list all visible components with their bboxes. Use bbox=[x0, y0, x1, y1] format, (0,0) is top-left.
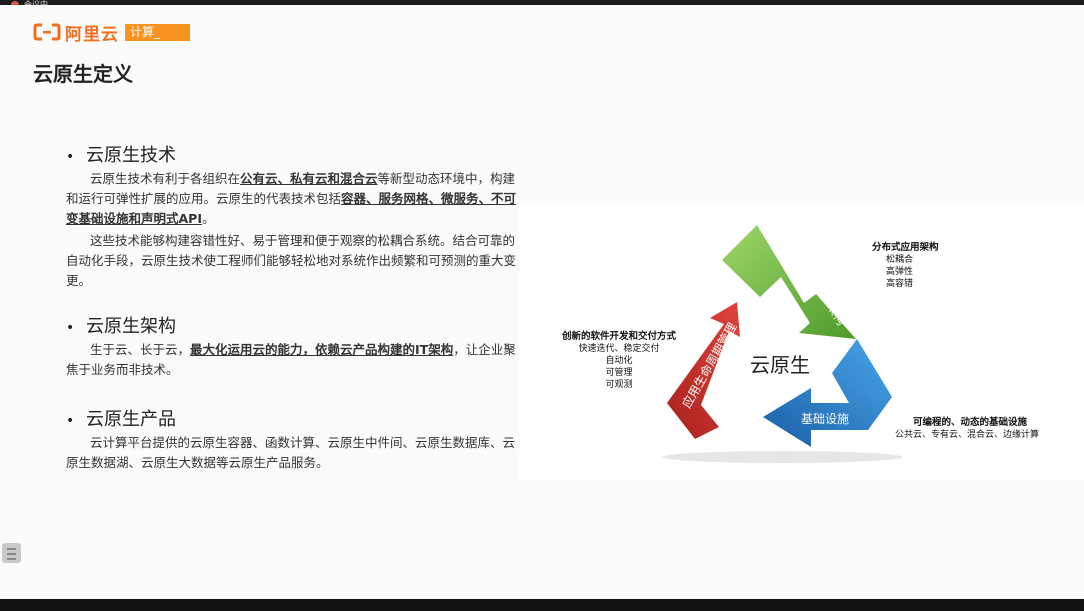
section-heading: • 云原生产品 bbox=[66, 409, 176, 430]
section-paragraph: 云计算平台提供的云原生容器、函数计算、云原生中件间、云原生数据库、云原生数据湖、… bbox=[66, 435, 516, 470]
section-products: • 云原生产品 云计算平台提供的云原生容器、函数计算、云原生中件间、云原生数据库、… bbox=[66, 407, 518, 473]
section-paragraph: 生于云、长于云，最大化运用云的能力，依赖云产品构建的IT架构，让企业聚焦于业务而… bbox=[66, 342, 516, 377]
section-architecture: • 云原生架构 生于云、长于云，最大化运用云的能力，依赖云产品构建的IT架构，让企… bbox=[66, 314, 518, 380]
diagram-shadow bbox=[662, 451, 902, 463]
aliyun-logo-icon bbox=[33, 23, 61, 41]
slide-title: 云原生定义 bbox=[33, 62, 133, 86]
brand-name: 阿里云 bbox=[65, 24, 119, 45]
section-paragraph: 这些技术能够构建容错性好、易于管理和便于观察的松耦合系统。结合可靠的自动化手段，… bbox=[66, 233, 517, 288]
bottom-label: 可编程的、动态的基础设施 公共云、专有云、混合云、边缘计算 bbox=[895, 417, 1040, 440]
blue-arrow-label: 基础设施 bbox=[801, 412, 849, 426]
right-label: 分布式应用架构 松耦合 高弹性 高容错 bbox=[872, 242, 939, 289]
section-heading: • 云原生架构 bbox=[66, 316, 176, 337]
section-paragraph: 云原生技术有利于各组织在公有云、私有云和混合云等新型动态环境中，构建和运行可弹性… bbox=[66, 171, 517, 226]
red-arrow-label: 应用生命周期管理 bbox=[679, 320, 740, 411]
bottom-bar bbox=[0, 599, 1084, 611]
brand-tag: 计算_ bbox=[125, 23, 191, 41]
diagram-center-text: 云原生 bbox=[750, 353, 810, 377]
aliyun-logo: 阿里云 计算_ bbox=[33, 22, 191, 45]
section-tech: • 云原生技术 云原生技术有利于各组织在公有云、私有云和混合云等新型动态环境中，构… bbox=[66, 143, 518, 291]
section-heading: • 云原生技术 bbox=[66, 145, 176, 166]
side-panel-toggle[interactable] bbox=[2, 543, 21, 563]
left-label: 创新的软件开发和交付方式 快速迭代、稳定交付 自动化 可管理 可观测 bbox=[561, 331, 676, 390]
